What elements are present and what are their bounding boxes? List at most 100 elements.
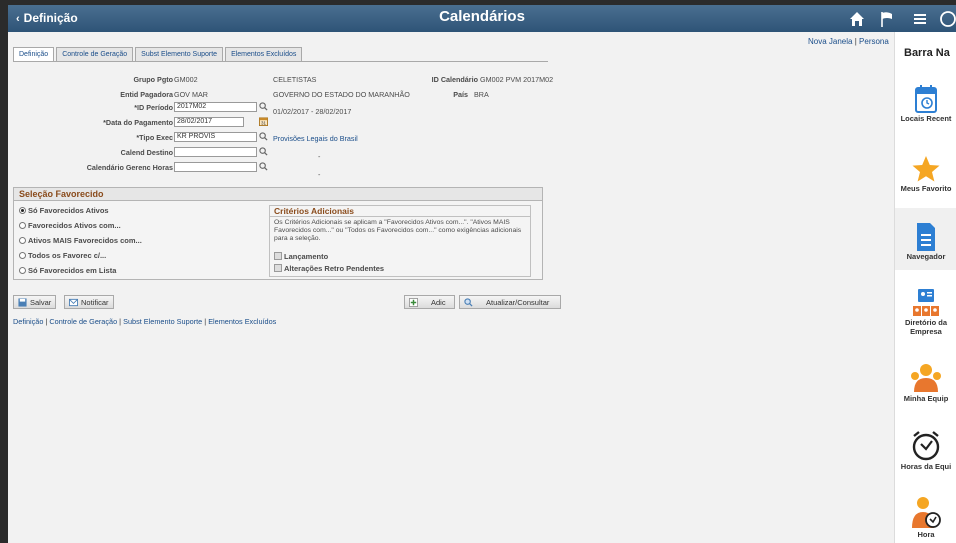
radio-icon xyxy=(19,237,26,244)
id-periodo-input[interactable]: 2017M02 xyxy=(174,102,257,112)
page-title: Calendários xyxy=(439,8,525,25)
navbar-item-label: Hora xyxy=(917,530,935,539)
link-separator: | xyxy=(204,317,207,326)
navbar-item-label: Navegador xyxy=(906,252,946,261)
menu-icon[interactable] xyxy=(911,10,929,28)
radio-icon xyxy=(19,222,26,229)
bottom-links: Definição | Controle de Geração | Subst … xyxy=(13,317,276,326)
new-window-link[interactable]: Nova Janela xyxy=(808,37,852,46)
search-icon xyxy=(464,297,473,307)
bottom-link-definicao[interactable]: Definição xyxy=(13,317,43,326)
toplinks-separator: | xyxy=(854,37,857,46)
calend-destino-input[interactable] xyxy=(174,147,257,157)
radio-so-favorecidos-ativos[interactable]: Só Favorecidos Ativos xyxy=(19,206,109,215)
notify-button[interactable]: Notificar xyxy=(64,295,114,309)
navbar-item-label: Locais Recent xyxy=(900,114,952,123)
lookup-icon[interactable] xyxy=(259,102,268,111)
grupo-pgto-desc: CELETISTAS xyxy=(273,75,317,84)
calend-destino-desc: - xyxy=(318,152,321,161)
flag-icon[interactable] xyxy=(878,10,896,28)
entid-pagadora-desc: GOVERNO DO ESTADO DO MARANHÃO xyxy=(273,90,410,99)
radio-favorecidos-ativos-com[interactable]: Favorecidos Ativos com... xyxy=(19,221,121,230)
id-calendario-value: GM002 PVM 2017M02 xyxy=(480,75,554,84)
navbar-title: Barra Na xyxy=(904,47,950,59)
update-button[interactable]: Atualizar/Consultar xyxy=(459,295,561,309)
navbar-item-team[interactable]: Minha Equip xyxy=(895,362,956,407)
entid-pagadora-label: Entid Pagadora xyxy=(120,90,173,99)
data-pagamento-input[interactable]: 28/02/2017 xyxy=(174,117,244,127)
bottom-link-elementos-excluidos[interactable]: Elementos Excluídos xyxy=(208,317,276,326)
calendario-gerenc-label: Calendário Gerenc Horas xyxy=(86,163,173,172)
calendario-gerenc-input[interactable] xyxy=(174,162,257,172)
checkbox-label: Alterações Retro Pendentes xyxy=(284,264,385,273)
radio-icon xyxy=(19,252,26,259)
grupo-pgto-value: GM002 xyxy=(174,75,198,84)
calend-destino-label: Calend Destino xyxy=(120,148,173,157)
checkbox-lancamento[interactable]: Lançamento xyxy=(274,252,328,261)
radio-label: Favorecidos Ativos com... xyxy=(28,221,121,230)
directory-icon xyxy=(913,289,939,316)
radio-ativos-mais-favorecidos[interactable]: Ativos MAIS Favorecidos com... xyxy=(19,236,142,245)
calendar-icon[interactable]: 31 xyxy=(259,117,268,126)
data-pagamento-label: *Data do Pagamento xyxy=(103,118,173,127)
save-button[interactable]: Salvar xyxy=(13,295,57,309)
pais-label: País xyxy=(453,90,468,99)
tab-elementos-excluidos[interactable]: Elementos Excluídos xyxy=(225,47,303,61)
periodo-range: 01/02/2017 - 28/02/2017 xyxy=(273,107,352,116)
calendar-clock-icon xyxy=(915,85,937,113)
main-content: Nova Janela | Persona Definição Controle… xyxy=(8,32,894,543)
svg-text:31: 31 xyxy=(261,121,267,126)
bottom-link-controle-geracao[interactable]: Controle de Geração xyxy=(49,317,117,326)
app-window: ‹ Definição Calendários Nova Janela | Per… xyxy=(8,5,956,543)
criterios-description: Os Critérios Adicionais se aplicam a "Fa… xyxy=(274,219,522,242)
navbar-item-label: Horas da Equi xyxy=(900,462,952,471)
navbar-item-label: Diretório da xyxy=(904,318,948,327)
navbar-item-recent[interactable]: Locais Recent xyxy=(895,84,956,134)
radio-todos-os-favorec[interactable]: Todos os Favorec c/... xyxy=(19,251,106,260)
add-icon xyxy=(409,297,418,307)
tab-divider xyxy=(13,61,548,62)
tipo-exec-desc: Provisões Legais do Brasil xyxy=(273,134,358,143)
add-button[interactable]: Adic xyxy=(404,295,455,309)
selecao-favorecido-title: Seleção Favorecido xyxy=(14,188,542,201)
link-separator: | xyxy=(119,317,122,326)
person-clock-icon xyxy=(912,497,941,528)
header-bar: ‹ Definição Calendários xyxy=(8,5,956,32)
add-label: Adic xyxy=(431,297,446,307)
checkbox-icon xyxy=(274,264,282,272)
entid-pagadora-value: GOV MAR xyxy=(174,90,208,99)
id-calendario-label: ID Calendário xyxy=(431,75,478,84)
team-icon xyxy=(911,364,941,392)
alarm-clock-icon xyxy=(912,431,940,461)
radio-so-favorecidos-lista[interactable]: Só Favorecidos em Lista xyxy=(19,266,116,275)
calendario-gerenc-desc: - xyxy=(318,170,321,179)
lookup-icon[interactable] xyxy=(259,147,268,156)
radio-label: Todos os Favorec c/... xyxy=(28,251,107,260)
navbar-item-favorites[interactable]: Meus Favorito xyxy=(895,154,956,204)
navbar-item-navigator[interactable]: Navegador xyxy=(895,208,956,270)
navbar-item-team-hours[interactable]: Horas da Equi xyxy=(895,430,956,475)
notify-icon xyxy=(69,298,78,306)
tipo-exec-input[interactable]: KR PROVIS xyxy=(174,132,257,142)
navbar-item-time[interactable]: Hora xyxy=(895,496,956,541)
navbar-item-directory[interactable]: Diretório da Empresa xyxy=(895,288,956,348)
top-links: Nova Janela | Persona xyxy=(808,37,894,46)
lookup-icon[interactable] xyxy=(259,132,268,141)
lookup-icon[interactable] xyxy=(259,162,268,171)
bottom-link-subst-elemento[interactable]: Subst Elemento Suporte xyxy=(123,317,202,326)
radio-label: Só Favorecidos em Lista xyxy=(28,266,117,275)
id-periodo-label: *ID Período xyxy=(134,103,173,112)
personalize-link[interactable]: Persona xyxy=(859,37,889,46)
document-icon xyxy=(917,223,935,251)
tab-controle-geracao[interactable]: Controle de Geração xyxy=(56,47,134,61)
home-icon[interactable] xyxy=(848,10,866,28)
tab-subst-elemento-suporte[interactable]: Subst Elemento Suporte xyxy=(135,47,224,61)
checkbox-alteracoes-retro[interactable]: Alterações Retro Pendentes xyxy=(274,264,384,273)
radio-selected-icon xyxy=(19,207,26,214)
pais-value: BRA xyxy=(474,90,489,99)
navbar-icon[interactable] xyxy=(938,10,956,28)
grupo-pgto-label: Grupo Pgto xyxy=(133,75,173,84)
save-icon xyxy=(18,297,27,307)
tab-definicao[interactable]: Definição xyxy=(13,47,55,61)
navbar-panel: Barra Na Locais Recent Meus Favorito Nav… xyxy=(894,32,956,543)
